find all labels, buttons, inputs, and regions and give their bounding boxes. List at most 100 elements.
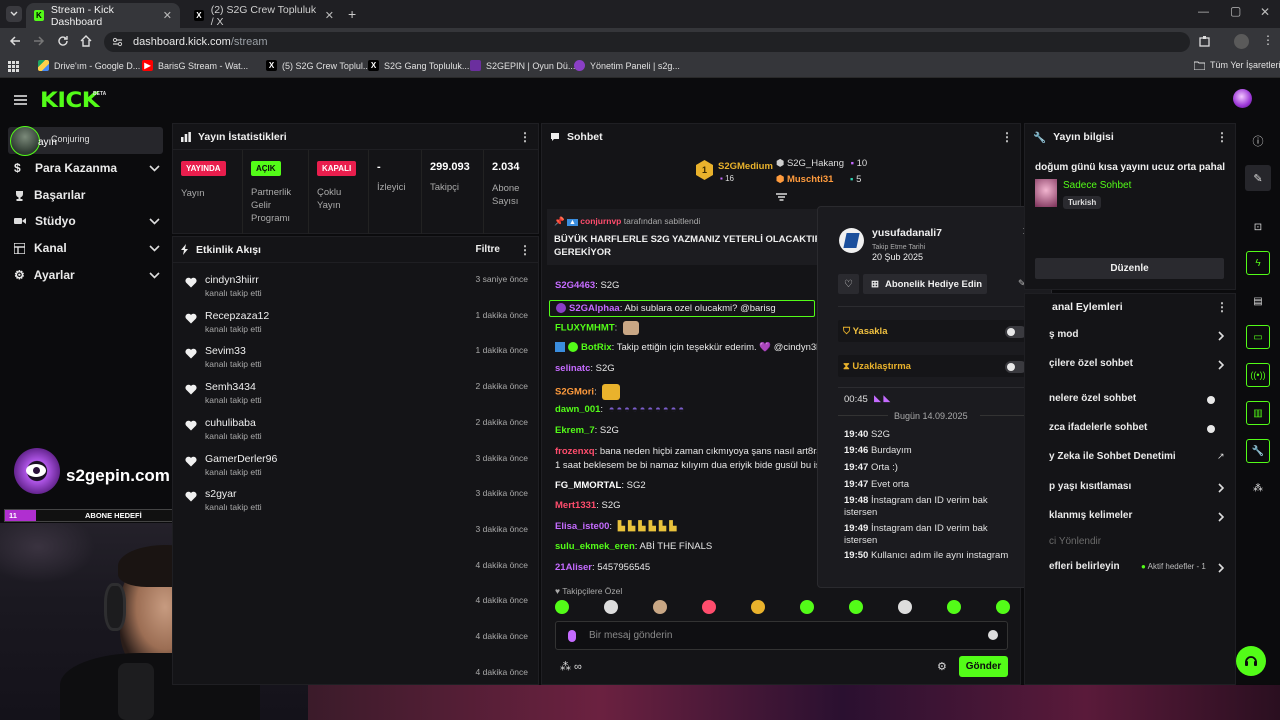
tools-icon[interactable]: 🔧 <box>1246 439 1270 463</box>
chat-username[interactable]: S2GMori <box>555 387 594 398</box>
chat-message[interactable]: S2G4463: S2G <box>555 280 619 291</box>
leaderboard-expand-icon[interactable] <box>776 193 787 202</box>
chat-message[interactable]: Ekrem_7: S2G <box>555 425 619 436</box>
bookmark-youtube[interactable]: ▶ BarisG Stream - Wat... <box>142 60 248 71</box>
new-tab-icon[interactable]: + <box>348 6 356 22</box>
channel-action-item[interactable]: klanmış kelimeler <box>1049 510 1132 521</box>
chat-username[interactable]: frozenxq <box>555 446 595 457</box>
emote-icon[interactable] <box>800 600 814 614</box>
activity-item[interactable]: Recepzaza12 kanalı takip etti 1 dakika ö… <box>185 310 530 346</box>
bookmark-s2gepin[interactable]: S2GEPIN | Oyun Dü... <box>470 60 575 71</box>
pinned-message[interactable]: 📌 ▲ conjurnvp tarafından sabitlendi BÜYÜ… <box>547 209 821 265</box>
category-link[interactable]: Sadece Sohbet <box>1063 180 1131 191</box>
chat-username[interactable]: S2GAlphaa <box>569 303 620 314</box>
external-link-icon[interactable]: ↗ <box>1217 451 1225 462</box>
user-card-username[interactable]: yusufadanali7 <box>872 227 942 239</box>
chat-username[interactable]: 21Aliser <box>555 562 592 573</box>
chat-username[interactable]: selinatc <box>555 363 590 374</box>
chat-message[interactable]: Mert1331: S2G <box>555 500 621 511</box>
gift-subscription-button[interactable]: ⊞ Abonelik Hediye Edin <box>863 274 987 294</box>
follow-heart-button[interactable]: ♡ <box>838 274 859 294</box>
more-options-icon[interactable]: ⋮ <box>1216 300 1228 314</box>
chat-message[interactable]: 1 saat beklesem be bi namaz kılıyım dua … <box>555 460 829 471</box>
leader-three[interactable]: ⬢ Muschti31 ▪ 5 <box>776 174 861 185</box>
channel-action-item[interactable]: zca ifadelerle sohbet <box>1049 422 1147 433</box>
close-icon[interactable]: ✕ <box>163 9 172 22</box>
bookmark-admin-panel[interactable]: Yönetim Paneli | s2g... <box>574 60 680 71</box>
emote-icon[interactable] <box>947 600 961 614</box>
chat-message[interactable]: Elisa_iste00: ▙▙▙▙▙▙ <box>555 521 680 532</box>
bookmark-x-crew[interactable]: X (5) S2G Crew Toplul... <box>266 60 370 71</box>
browser-menu-icon[interactable]: ⋮ <box>1262 33 1274 47</box>
edit-stream-button[interactable]: Düzenle <box>1035 258 1224 279</box>
chat-message[interactable]: FG_MMORTAL: SG2 <box>555 480 646 491</box>
chat-username[interactable]: FG_MMORTAL <box>555 480 621 491</box>
chevron-right-icon[interactable] <box>1218 360 1224 370</box>
chat-message[interactable]: selinatc: S2G <box>555 363 615 374</box>
window-close-icon[interactable]: ✕ <box>1260 5 1270 19</box>
maximize-icon[interactable]: ▢ <box>1230 4 1241 18</box>
chat-rail-icon[interactable]: ▭ <box>1246 325 1270 349</box>
close-icon[interactable]: ✕ <box>325 9 334 22</box>
activity-item[interactable]: GamerDerler96 kanalı takip etti 3 dakika… <box>185 453 530 489</box>
url-field[interactable]: dashboard.kick.com/stream <box>104 32 1190 52</box>
chat-username[interactable]: Ekrem_7 <box>555 425 595 436</box>
emote-icon[interactable] <box>849 600 863 614</box>
sidebar-item-monetization[interactable]: $ Para Kazanma <box>14 161 160 175</box>
activity-item[interactable]: cuhulibaba kanalı takip etti 2 dakika ön… <box>185 417 530 453</box>
apps-grid-icon[interactable] <box>8 61 19 72</box>
more-options-icon[interactable]: ⋮ <box>1001 130 1013 144</box>
chat-tools-icon[interactable]: ⁂ ∞ <box>560 660 582 673</box>
emote-icon[interactable] <box>555 600 569 614</box>
minimize-icon[interactable]: — <box>1198 6 1209 18</box>
sidebar-item-studio[interactable]: Stüdyo <box>14 214 160 228</box>
channel-action-item[interactable]: ş mod <box>1049 329 1078 340</box>
emoji-picker-icon[interactable] <box>988 630 998 640</box>
sidebar-item-achievements[interactable]: Başarılar <box>14 188 160 202</box>
forward-icon[interactable] <box>33 35 45 47</box>
back-icon[interactable] <box>9 35 21 47</box>
sidebar-item-settings[interactable]: ⚙ Ayarlar <box>14 268 160 282</box>
chat-message[interactable]: sulu_ekmek_eren: ABİ THE FİNALS <box>555 541 712 552</box>
channel-action-item[interactable]: p yaşı kısıtlaması <box>1049 481 1131 492</box>
emote-icon[interactable] <box>702 600 716 614</box>
chat-username[interactable]: Mert1331 <box>555 500 596 511</box>
chevron-right-icon[interactable] <box>1218 512 1224 522</box>
emote-icon[interactable] <box>653 600 667 614</box>
hamburger-menu-icon[interactable] <box>14 95 27 105</box>
emote-icon[interactable] <box>751 600 765 614</box>
more-options-icon[interactable]: ⋮ <box>1216 130 1228 144</box>
send-button[interactable]: Gönder <box>959 656 1008 677</box>
channel-action-item[interactable]: çilere özel sohbet <box>1049 358 1133 369</box>
tab-search-icon[interactable] <box>6 6 22 22</box>
activity-item[interactable]: cindyn3hiirr kanalı takip etti 3 saniye … <box>185 274 530 310</box>
support-headset-icon[interactable] <box>1236 646 1266 676</box>
integrations-icon[interactable]: ⁂ <box>1250 480 1266 496</box>
bookmark-x-gang[interactable]: X S2G Gang Topluluk... <box>368 60 469 71</box>
chat-input[interactable]: Bir mesaj gönderin <box>555 621 1008 650</box>
activity-item[interactable]: s2gyar kanalı takip etti 3 dakika önce <box>185 488 530 524</box>
emote-icon[interactable] <box>604 600 618 614</box>
more-options-icon[interactable]: ⋮ <box>519 130 531 144</box>
sidebar-item-channel[interactable]: Kanal <box>14 241 160 255</box>
chat-message[interactable]: BotRix: Takip ettiğin için teşekkür eder… <box>555 342 821 353</box>
activity-item[interactable]: Semh3434 kanalı takip etti 2 dakika önce <box>185 381 530 417</box>
ban-row[interactable]: ⛉ Yasakla <box>838 320 1034 342</box>
chat-username[interactable]: sulu_ekmek_eren <box>555 541 635 552</box>
site-info-icon[interactable] <box>112 37 123 47</box>
chat-username[interactable]: dawn_001 <box>555 404 600 415</box>
chevron-right-icon[interactable] <box>1218 331 1224 341</box>
chat-message[interactable]: frozenxq: bana neden hiçbi zaman cıkmıyo… <box>555 446 826 457</box>
timeout-row[interactable]: ⧗ Uzaklaştırma <box>838 355 1034 377</box>
chat-message[interactable]: FLUXYMHMT: <box>555 321 639 335</box>
sidebar-profile[interactable]: Conjuring ayın <box>8 126 163 156</box>
filter-button[interactable]: Filtre <box>476 244 500 255</box>
channel-action-item[interactable]: ci Yönlendir <box>1049 536 1101 547</box>
chat-settings-gear-icon[interactable]: ⚙ <box>937 660 947 673</box>
channel-action-item[interactable]: y Zeka ile Sohbet Denetimi <box>1049 451 1176 462</box>
chat-username[interactable]: Elisa_iste00 <box>555 521 609 532</box>
emote-icon[interactable] <box>996 600 1010 614</box>
more-options-icon[interactable]: ⋮ <box>519 243 531 257</box>
quick-action-lightning-icon[interactable]: ϟ <box>1246 251 1270 275</box>
leader-name[interactable]: S2GMedium <box>718 161 773 172</box>
